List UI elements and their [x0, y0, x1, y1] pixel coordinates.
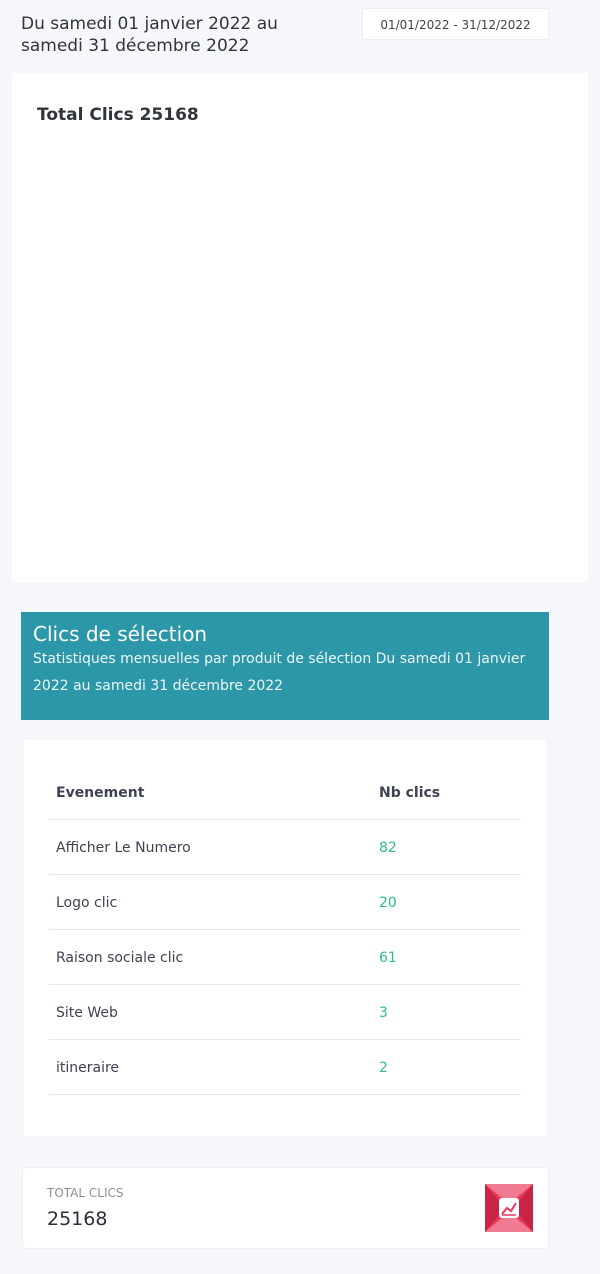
period-text: Du samedi 01 janvier 2022 au samedi 31 d…	[21, 13, 321, 57]
event-name: Raison sociale clic	[56, 950, 184, 966]
column-header-event: Evenement	[56, 785, 145, 801]
period-line-1: Du samedi 01 janvier 2022 au	[21, 14, 278, 34]
events-table: Evenement Nb clics Afficher Le Numero 82…	[24, 740, 546, 1136]
click-count: 20	[379, 895, 397, 911]
total-value: 25168	[47, 1208, 108, 1230]
table-row: itineraire 2	[49, 1040, 521, 1095]
click-count: 3	[379, 1005, 388, 1021]
chart-title: Total Clics 25168	[37, 105, 199, 125]
table-row: Logo clic 20	[49, 875, 521, 930]
click-count: 2	[379, 1060, 388, 1076]
section-title: Clics de sélection	[33, 622, 208, 646]
date-range-picker[interactable]: 01/01/2022 - 31/12/2022	[362, 8, 549, 40]
total-clicks-card: TOTAL CLICS 25168	[22, 1167, 549, 1249]
event-name: Afficher Le Numero	[56, 840, 191, 856]
table-row: Afficher Le Numero 82	[49, 820, 521, 875]
chart-card: Total Clics 25168	[12, 73, 588, 582]
section-subtitle: Statistiques mensuelles par produit de s…	[33, 651, 526, 694]
period-line-2: samedi 31 décembre 2022	[21, 36, 250, 56]
column-header-clicks: Nb clics	[379, 785, 441, 801]
chart-icon	[485, 1184, 533, 1232]
total-label: TOTAL CLICS	[47, 1186, 124, 1200]
table-row: Raison sociale clic 61	[49, 930, 521, 985]
click-count: 82	[379, 840, 397, 856]
date-range-value: 01/01/2022 - 31/12/2022	[380, 18, 531, 32]
event-name: itineraire	[56, 1060, 120, 1076]
table-row: Site Web 3	[49, 985, 521, 1040]
event-name: Logo clic	[56, 895, 118, 911]
click-count: 61	[379, 950, 397, 966]
table-header: Evenement Nb clics	[49, 783, 521, 820]
section-header: Clics de sélection Statistiques mensuell…	[21, 612, 549, 720]
event-name: Site Web	[56, 1005, 118, 1021]
